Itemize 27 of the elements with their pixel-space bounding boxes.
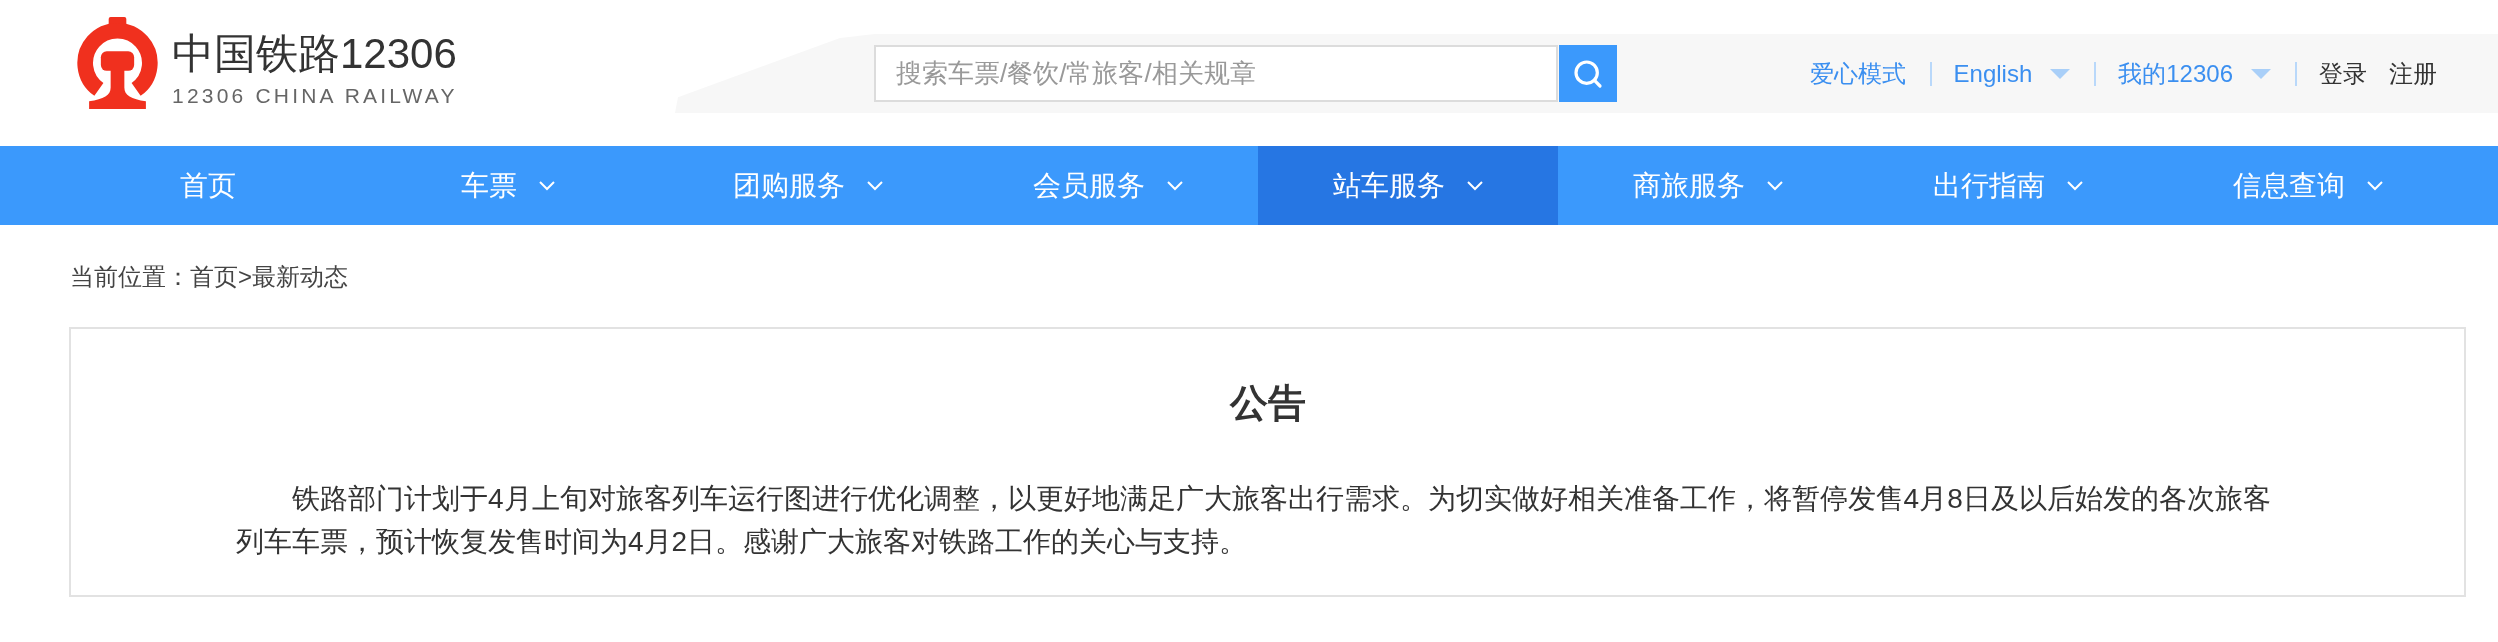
breadcrumb-separator: > bbox=[238, 262, 252, 292]
caret-icon bbox=[2050, 68, 2071, 79]
nav-tab[interactable]: 首页 bbox=[58, 146, 358, 225]
site-subtitle: 12306 CHINA RAILWAY bbox=[172, 84, 458, 108]
nav-tab[interactable]: 商旅服务 bbox=[1558, 146, 1858, 225]
breadcrumb-label: 当前位置： bbox=[70, 262, 190, 292]
nav-tab[interactable]: 团购服务 bbox=[658, 146, 958, 225]
notice-title: 公告 bbox=[1228, 381, 1307, 425]
logo-icon bbox=[76, 17, 159, 111]
caret-icon bbox=[2251, 68, 2271, 79]
dropdown-link[interactable]: English bbox=[1953, 58, 2071, 89]
search-icon bbox=[1572, 57, 1604, 90]
search-button[interactable] bbox=[1559, 45, 1617, 102]
header-link[interactable]: 爱心模式 bbox=[1809, 58, 1906, 89]
notice-text: 铁路部门计划于4月上旬对旅客列车运行图进行优化调整，以更好地满足广大旅客出行需求。为切实做好相关准备工作，将暂停发售4月8日及以后始发的各次旅客列车车票，预计恢复发售时间为4月2日。感谢广大旅客对铁路工作的关心与支持。 bbox=[236, 482, 2272, 559]
search-field[interactable]: 搜索车票/餐饮/常旅客/相关规章 bbox=[874, 45, 1558, 102]
header-link[interactable]: 注册 bbox=[2389, 58, 2437, 89]
dropdown-link[interactable]: 我的12306 bbox=[2118, 58, 2271, 89]
nav-tab[interactable]: 站车服务 bbox=[1258, 146, 1558, 225]
breadcrumb-current: 最新动态 bbox=[252, 262, 348, 292]
breadcrumb-link[interactable]: 首页 bbox=[190, 262, 238, 292]
nav-tab[interactable]: 车票 bbox=[358, 146, 658, 225]
nav-tab[interactable]: 信息查询 bbox=[2158, 146, 2458, 225]
header-link[interactable]: 登录 bbox=[2319, 58, 2367, 89]
nav-tab[interactable]: 出行指南 bbox=[1858, 146, 2158, 225]
nav-tab[interactable]: 会员服务 bbox=[958, 146, 1258, 225]
site-title: 中国铁路12306 bbox=[172, 31, 458, 77]
